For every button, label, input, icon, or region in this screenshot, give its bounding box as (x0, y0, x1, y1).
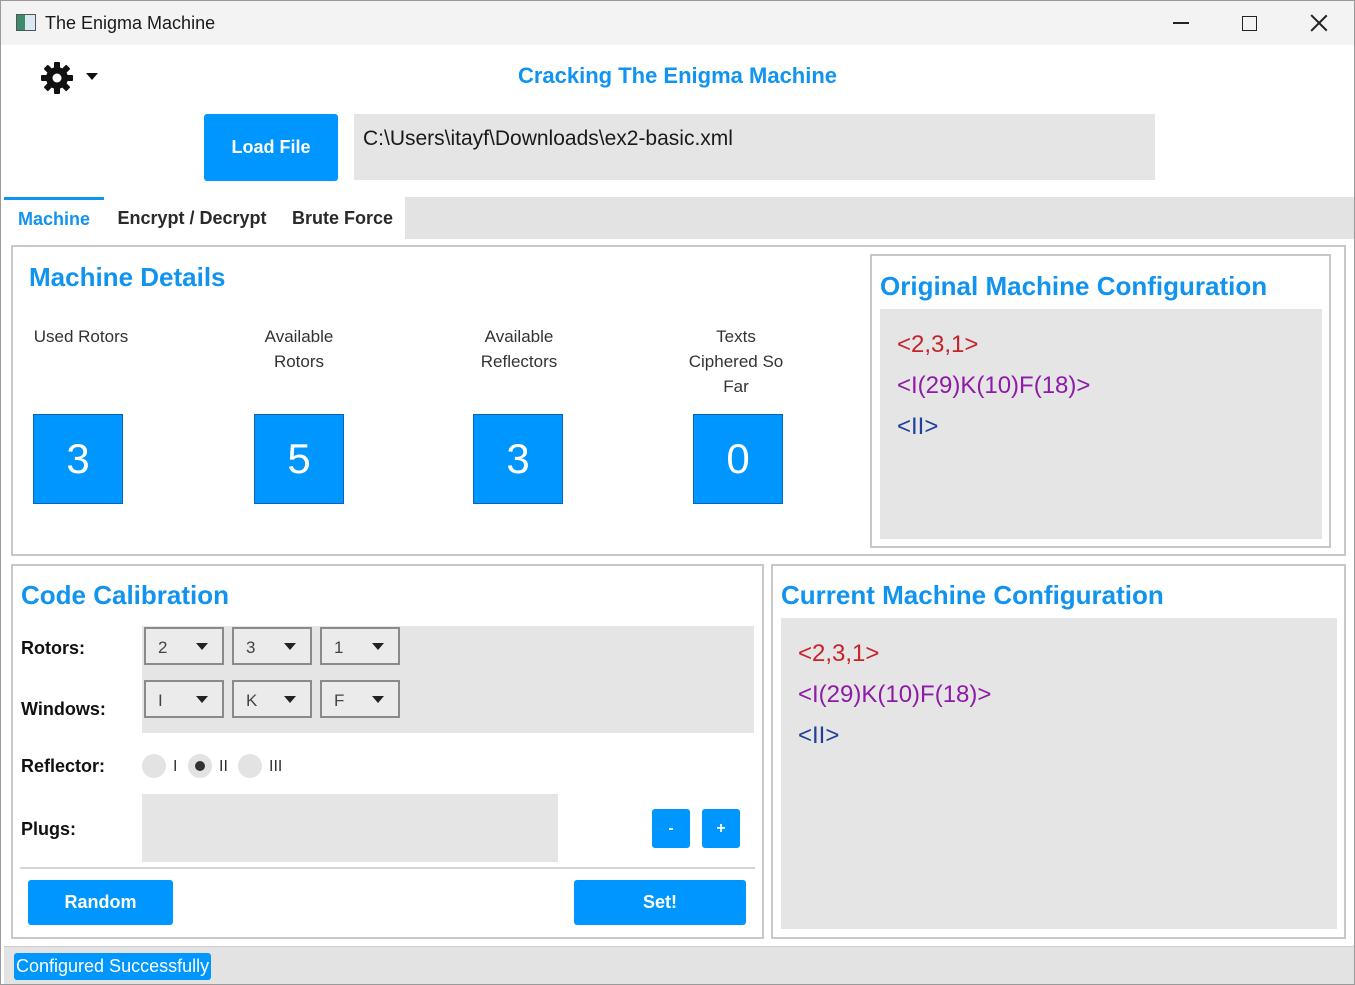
chevron-down-icon (196, 696, 208, 703)
minimize-button[interactable] (1146, 1, 1216, 45)
reflector-radio-i-label: I (173, 758, 178, 775)
available-reflectors-value: 3 (473, 414, 563, 504)
reflector-radio-ii[interactable] (188, 754, 212, 778)
rotor-select-2[interactable]: 3 (232, 627, 312, 665)
available-rotors-label: Available Rotors (264, 327, 334, 371)
window-select-1-value: I (158, 691, 163, 710)
rotor-select-1-value: 2 (158, 638, 168, 657)
app-window: The Enigma Machine Cracking The Enigma M… (0, 0, 1355, 985)
window-select-1[interactable]: I (144, 680, 224, 718)
used-rotors-value: 3 (33, 414, 123, 504)
texts-ciphered-label: Texts Ciphered So Far (688, 327, 784, 396)
tab-machine[interactable]: Machine (4, 197, 104, 239)
original-config-positions: <I(29)K(10)F(18)> (897, 372, 1091, 399)
texts-ciphered-value: 0 (693, 414, 783, 504)
page-title: Cracking The Enigma Machine (517, 63, 838, 88)
machine-details-title: Machine Details (29, 262, 226, 292)
rotor-select-1[interactable]: 2 (144, 627, 224, 665)
original-config-title: Original Machine Configuration (880, 271, 1268, 301)
chevron-down-icon (196, 643, 208, 650)
close-button[interactable] (1284, 1, 1354, 45)
reflector-radio-iii-label: III (269, 758, 283, 775)
current-config-reflector: <II> (798, 722, 840, 749)
plugs-label: Plugs: (21, 819, 77, 839)
reflector-label: Reflector: (21, 756, 106, 776)
rotor-select-3[interactable]: 1 (320, 627, 400, 665)
current-config-positions: <I(29)K(10)F(18)> (798, 681, 992, 708)
original-config-reflector: <II> (897, 413, 939, 440)
maximize-icon (1241, 15, 1257, 31)
available-reflectors-label: Available Reflectors (480, 327, 558, 371)
random-button[interactable]: Random (28, 880, 173, 925)
tab-brute-force[interactable]: Brute Force (280, 197, 405, 239)
chevron-down-icon (372, 643, 384, 650)
file-path-field[interactable]: C:\Users\itayf\Downloads\ex2-basic.xml (354, 114, 1155, 180)
used-rotors-label: Used Rotors (33, 327, 129, 346)
reflector-radio-i[interactable] (142, 754, 166, 778)
tab-encrypt-decrypt[interactable]: Encrypt / Decrypt (104, 197, 280, 239)
add-plug-button[interactable]: + (702, 809, 740, 848)
title-bar[interactable]: The Enigma Machine (1, 1, 1354, 45)
window-title: The Enigma Machine (45, 13, 216, 33)
minimize-icon (1173, 22, 1189, 24)
close-icon (1310, 14, 1328, 32)
status-badge: Configured Successfully (14, 953, 212, 980)
code-calibration-title: Code Calibration (21, 580, 230, 610)
reflector-radio-ii-label: II (219, 758, 228, 775)
current-config-rotors: <2,3,1> (798, 640, 880, 667)
rotor-select-2-value: 3 (246, 638, 256, 657)
remove-plug-button[interactable]: - (652, 809, 690, 848)
load-file-button[interactable]: Load File (204, 114, 338, 181)
app-icon (16, 14, 36, 31)
window-select-2-value: K (246, 691, 258, 710)
chevron-down-icon (372, 696, 384, 703)
window-select-3[interactable]: F (320, 680, 400, 718)
chevron-down-icon (284, 696, 296, 703)
window-select-2[interactable]: K (232, 680, 312, 718)
rotors-label: Rotors: (21, 638, 85, 658)
plugs-field[interactable] (142, 794, 558, 862)
tab-bar: Machine Encrypt / Decrypt Brute Force (4, 197, 1354, 239)
divider (20, 867, 755, 869)
windows-label: Windows: (21, 699, 106, 719)
available-rotors-value: 5 (254, 414, 344, 504)
current-config-title: Current Machine Configuration (781, 580, 1164, 610)
rotor-select-3-value: 1 (334, 638, 344, 657)
maximize-button[interactable] (1214, 1, 1284, 45)
set-button[interactable]: Set! (574, 880, 746, 925)
original-config-rotors: <2,3,1> (897, 331, 979, 358)
window-select-3-value: F (334, 691, 345, 710)
chevron-down-icon (284, 643, 296, 650)
reflector-radio-iii[interactable] (238, 754, 262, 778)
